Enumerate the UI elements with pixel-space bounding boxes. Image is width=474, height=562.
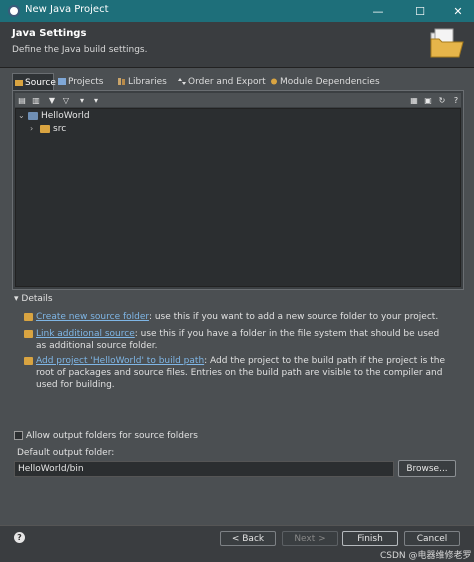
refresh-icon[interactable]: ↻ <box>436 94 448 106</box>
tab-module-label: Module Dependencies <box>280 77 380 87</box>
close-button[interactable]: ✕ <box>442 0 474 22</box>
configure-icon[interactable]: ▾ <box>76 94 88 106</box>
tab-module-dependencies[interactable]: Module Dependencies <box>268 73 388 91</box>
create-source-folder-text: : use this if you want to add a new sour… <box>148 312 439 322</box>
tab-order-and-export[interactable]: Order and Export <box>176 73 266 91</box>
details-label: Details <box>21 294 53 304</box>
wizard-header: Java Settings Define the Java build sett… <box>0 22 474 68</box>
tab-projects-label: Projects <box>68 77 104 87</box>
default-output-folder-label: Default output folder: <box>17 448 115 458</box>
page-description: Define the Java build settings. <box>12 45 148 55</box>
add-project-link[interactable]: Add project 'HelloWorld' to build path <box>36 356 204 366</box>
finish-button[interactable]: Finish <box>342 531 398 546</box>
eclipse-icon <box>8 5 20 17</box>
project-folder-icon <box>24 357 33 365</box>
wizard-footer: ? < Back Next > Finish Cancel CSDN @电器维修… <box>0 525 474 562</box>
tab-order-label: Order and Export <box>188 77 266 87</box>
src-label: src <box>53 124 67 134</box>
page-title: Java Settings <box>12 28 87 39</box>
allow-output-folders-label: Allow output folders for source folders <box>26 431 198 441</box>
add-folder-icon[interactable]: ▤ <box>16 94 28 106</box>
details-toggle[interactable]: ▾ Details <box>14 294 53 304</box>
expand-down-icon[interactable]: ⌄ <box>18 110 26 122</box>
tab-source-label: Source <box>25 78 56 88</box>
tab-projects[interactable]: Projects <box>56 73 114 91</box>
menu-dropdown-icon[interactable]: ▾ <box>90 94 102 106</box>
source-folder-icon <box>15 80 23 86</box>
default-output-folder-input[interactable] <box>14 461 394 477</box>
tab-libraries[interactable]: Libraries <box>116 73 174 91</box>
tab-source[interactable]: Source <box>12 73 56 91</box>
window-title-bar: New Java Project — ☐ ✕ <box>0 0 474 22</box>
folder-settings-icon[interactable]: ▣ <box>422 94 434 106</box>
tab-bar: Source Projects Libraries Order and Expo… <box>12 73 464 91</box>
projects-icon <box>58 78 66 85</box>
window-title: New Java Project <box>25 4 109 15</box>
tab-libraries-label: Libraries <box>128 77 167 87</box>
link-folder-icon[interactable]: ▥ <box>30 94 42 106</box>
source-panel: ▤ ▥ ▼ ▽ ▾ ▾ ▦ ▣ ↻ ? ⌄ HelloWorld › src <box>12 90 464 290</box>
help-icon[interactable]: ? <box>450 94 462 106</box>
minimize-button[interactable]: — <box>362 0 394 22</box>
csdn-watermark: CSDN @电器维修老罗 <box>380 551 472 561</box>
back-button[interactable]: < Back <box>220 531 276 546</box>
tree-node-src[interactable]: › src <box>30 123 230 135</box>
allow-output-folders-checkbox[interactable] <box>14 431 23 440</box>
filter-clear-icon[interactable]: ▽ <box>60 94 72 106</box>
next-button[interactable]: Next > <box>282 531 338 546</box>
tree-icon[interactable]: ▦ <box>408 94 420 106</box>
detail-add-project: Add project 'HelloWorld' to build path: … <box>24 355 448 391</box>
libraries-icon <box>118 78 125 85</box>
cancel-button[interactable]: Cancel <box>404 531 460 546</box>
source-tree: ⌄ HelloWorld › src <box>15 108 461 287</box>
source-toolbar: ▤ ▥ ▼ ▽ ▾ ▾ ▦ ▣ ↻ ? <box>15 93 461 107</box>
link-additional-source-link[interactable]: Link additional source <box>36 329 135 339</box>
detail-create-source: Create new source folder: use this if yo… <box>24 311 448 323</box>
help-circle-icon[interactable]: ? <box>14 532 25 543</box>
link-folder-icon <box>24 330 33 338</box>
package-folder-icon <box>40 125 50 133</box>
browse-button[interactable]: Browse... <box>398 460 456 477</box>
java-project-icon <box>28 112 38 120</box>
project-label: HelloWorld <box>41 111 90 121</box>
module-icon <box>271 78 277 85</box>
main-content: Source Projects Libraries Order and Expo… <box>0 68 474 525</box>
tree-node-project[interactable]: ⌄ HelloWorld <box>18 110 218 122</box>
detail-link-source: Link additional source: use this if you … <box>24 328 448 352</box>
filter-icon[interactable]: ▼ <box>46 94 58 106</box>
open-folder-icon <box>430 28 464 58</box>
maximize-button[interactable]: ☐ <box>404 0 436 22</box>
new-folder-icon <box>24 313 33 321</box>
create-source-folder-link[interactable]: Create new source folder <box>36 312 149 322</box>
order-arrows-icon <box>178 78 186 85</box>
expand-right-icon[interactable]: › <box>30 123 38 135</box>
